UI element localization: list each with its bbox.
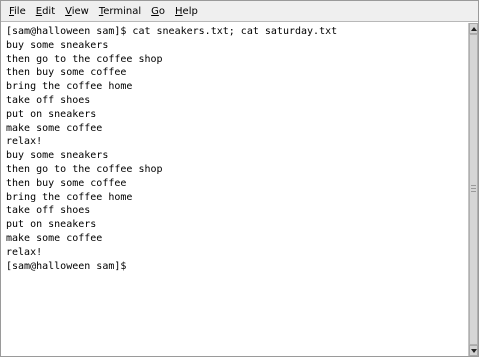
terminal-line: [sam@halloween sam]$ cat sneakers.txt; c… xyxy=(6,26,338,37)
terminal-line: bring the coffee home xyxy=(6,81,133,93)
terminal-line: make some coffee xyxy=(6,122,103,134)
terminal-line: bring the coffee home xyxy=(6,191,133,203)
menu-go[interactable]: Go xyxy=(146,1,170,22)
arrow-up-icon xyxy=(470,26,477,31)
menu-bar: File Edit View Terminal Go Help xyxy=(1,1,478,22)
scroll-up-button[interactable] xyxy=(469,23,478,34)
terminal-line: relax! xyxy=(6,246,43,258)
scrollbar-thumb[interactable] xyxy=(469,34,478,345)
menu-help[interactable]: Help xyxy=(170,1,203,22)
terminal-line: take off shoes xyxy=(6,205,91,217)
arrow-down-icon xyxy=(470,348,477,353)
terminal-line: then go to the coffee shop xyxy=(6,53,163,65)
terminal-line: then buy some coffee xyxy=(6,177,127,189)
terminal-line: put on sneakers xyxy=(6,219,97,231)
terminal-line: buy some sneakers xyxy=(6,39,109,51)
terminal-line: make some coffee xyxy=(6,232,103,244)
vertical-scrollbar[interactable] xyxy=(468,23,478,356)
menu-edit[interactable]: Edit xyxy=(31,1,60,22)
terminal-line: put on sneakers xyxy=(6,108,97,120)
terminal-line: relax! xyxy=(6,136,43,148)
terminal-window: File Edit View Terminal Go Help [sam@hal… xyxy=(0,0,479,357)
terminal-line: buy some sneakers xyxy=(6,150,109,162)
grip-icon xyxy=(471,185,476,193)
menu-terminal[interactable]: Terminal xyxy=(94,1,146,22)
scroll-down-button[interactable] xyxy=(469,345,478,356)
terminal-prompt: [sam@halloween sam]$ xyxy=(6,260,127,272)
menu-file[interactable]: File xyxy=(4,1,31,22)
terminal-line: take off shoes xyxy=(6,94,91,106)
terminal-line: then buy some coffee xyxy=(6,67,127,79)
terminal-line: then go to the coffee shop xyxy=(6,163,163,175)
terminal-output[interactable]: [sam@halloween sam]$ cat sneakers.txt; c… xyxy=(1,23,468,356)
menu-view[interactable]: View xyxy=(60,1,94,22)
